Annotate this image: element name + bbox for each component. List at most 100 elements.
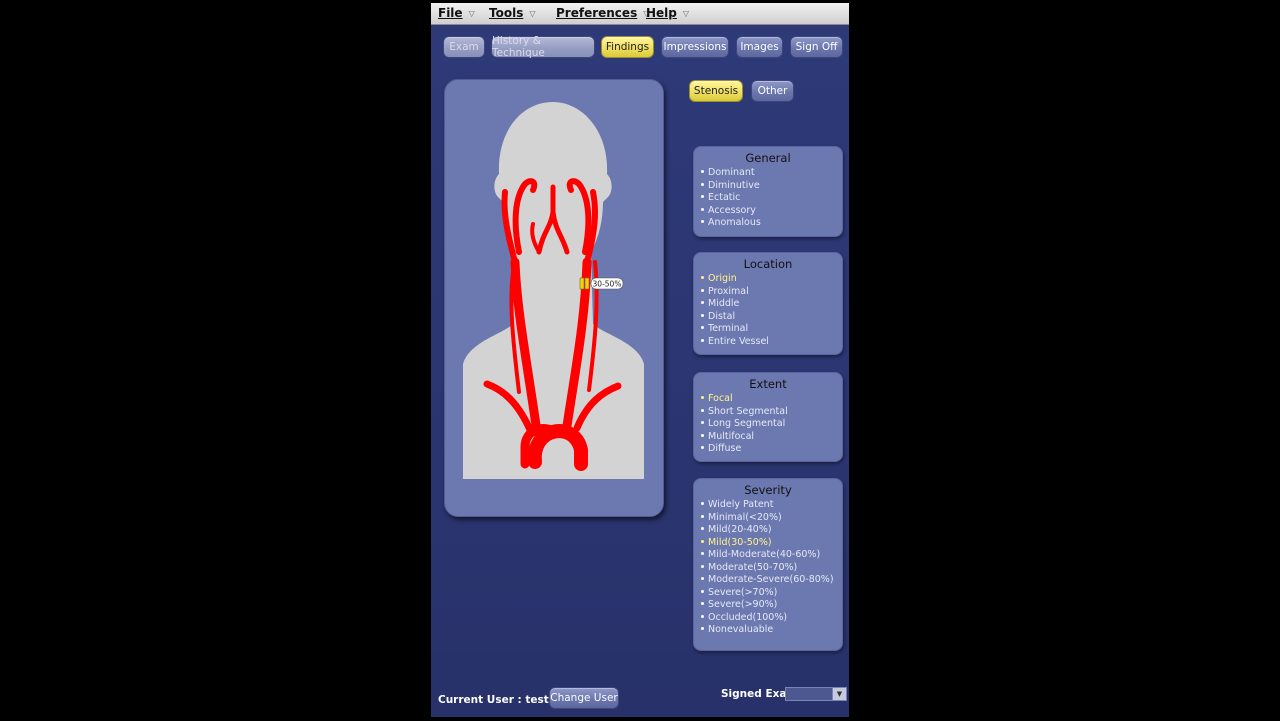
bullet-icon [701,207,704,211]
extent-option[interactable]: Long Segmental [694,418,842,431]
head-neck-silhouette [463,102,644,479]
location-option[interactable]: Distal [694,311,842,324]
general-option[interactable]: Ectatic [694,192,842,205]
bullet-icon [701,408,704,412]
general-option[interactable]: Dominant [694,167,842,180]
location-option-label: Distal [708,310,736,322]
bullet-icon [701,446,704,449]
extent-option-label: Multifocal [708,430,755,442]
bullet-icon [701,301,704,304]
signed-exams-select[interactable]: ▼ [785,687,847,701]
tab-exam[interactable]: Exam [443,36,485,58]
dropdown-arrow-icon[interactable]: ▼ [832,688,846,700]
extent-option[interactable]: Multifocal [694,431,842,444]
bullet-icon [701,276,704,279]
severity-option-label: Mild-Moderate(40-60%) [708,549,821,560]
location-group: Location Origin Proximal Middle Distal Termi… [693,252,843,355]
general-option-label: Ectatic [708,192,741,203]
severity-option-label: Nonevaluable [708,624,774,635]
general-option[interactable]: Anomalous [694,217,842,230]
severity-option[interactable]: Moderate(50-70%) [694,562,842,575]
radiology-reporting-window: File ▽ Tools ▽ Preferences ▽ Help ▽ Exam His… [431,3,849,717]
extent-option-label: Focal [708,393,733,404]
general-option[interactable]: Accessory [694,205,842,218]
severity-option[interactable]: Severe(>90%) [694,599,842,612]
severity-option[interactable]: Moderate-Severe(60-80%) [694,574,842,587]
location-group-title: Location [743,257,793,271]
chevron-down-icon: ▽ [682,9,690,18]
location-option-label: Origin [708,273,737,284]
bullet-icon [701,288,704,292]
location-option-label: Middle [708,298,740,309]
menu-file[interactable]: File ▽ [438,6,475,20]
bullet-icon [701,614,704,618]
vascular-diagram-panel: 30-50% [444,79,664,517]
tab-findings[interactable]: Findings [601,36,654,58]
menu-preferences[interactable]: Preferences ▽ [556,6,649,20]
location-option[interactable]: Entire Vessel [694,336,842,349]
severity-option-label: Minimal(<20%) [708,511,782,523]
stenosis-marker-label: 30-50% [593,280,622,289]
menu-bar: File ▽ Tools ▽ Preferences ▽ Help ▽ [431,3,849,25]
extent-option[interactable]: Diffuse [694,443,842,456]
location-option-label: Proximal [708,285,749,297]
tab-history-technique[interactable]: History & Technique [491,35,595,59]
extent-option[interactable]: Focal [694,393,842,406]
severity-option[interactable]: Occluded(100%) [694,612,842,625]
extent-option-label: Long Segmental [708,418,786,429]
stenosis-marker-bar [579,277,585,290]
severity-group: Severity Widely Patent Minimal(<20%) Mild(… [693,478,843,651]
location-option[interactable]: Terminal [694,323,842,336]
extent-group: Extent Focal Short Segmental Long Segmenta… [693,372,843,462]
bullet-icon [701,170,704,173]
severity-option-label: Moderate(50-70%) [708,561,798,573]
extent-option-label: Short Segmental [708,405,788,417]
menu-tools[interactable]: Tools ▽ [489,6,536,20]
location-option-label: Entire Vessel [708,335,769,347]
tab-impressions[interactable]: Impressions [661,36,729,58]
location-option[interactable]: Origin [694,273,842,286]
severity-option-label: Moderate-Severe(60-80%) [708,574,834,585]
severity-option[interactable]: Minimal(<20%) [694,512,842,525]
severity-option-label: Widely Patent [708,499,774,510]
location-option[interactable]: Proximal [694,286,842,299]
tab-images[interactable]: Images [736,36,783,58]
severity-option-label: Severe(>70%) [708,586,778,598]
chevron-down-icon: ▽ [468,9,475,18]
general-option-label: Accessory [708,204,756,216]
severity-option[interactable]: Widely Patent [694,499,842,512]
severity-option[interactable]: Nonevaluable [694,624,842,637]
severity-option[interactable]: Mild(30-50%) [694,537,842,550]
change-user-button[interactable]: Change User [549,687,619,709]
bullet-icon [701,514,704,518]
extent-group-title: Extent [749,377,787,391]
bullet-icon [701,313,704,317]
bullet-icon [701,195,704,198]
general-option-label: Anomalous [708,217,761,228]
severity-options: Widely Patent Minimal(<20%) Mild(20-40%) Mi… [694,499,842,637]
subtab-other[interactable]: Other [751,80,794,102]
severity-option[interactable]: Mild-Moderate(40-60%) [694,549,842,562]
extent-option[interactable]: Short Segmental [694,406,842,419]
general-option-label: Diminutive [708,179,760,191]
bullet-icon [701,220,704,223]
bullet-icon [701,396,704,399]
bullet-icon [701,602,704,605]
general-options: Dominant Diminutive Ectatic Accessory Anomal… [694,167,842,230]
location-option[interactable]: Middle [694,298,842,311]
severity-option-label: Severe(>90%) [708,599,778,610]
stenosis-marker[interactable]: 30-50% [579,277,624,290]
bullet-icon [701,627,704,630]
bullet-icon [701,552,704,555]
severity-option-label: Mild(20-40%) [708,524,772,535]
menu-help[interactable]: Help ▽ [646,6,689,20]
extent-options: Focal Short Segmental Long Segmental Multif… [694,393,842,456]
severity-option[interactable]: Severe(>70%) [694,587,842,600]
general-group: General Dominant Diminutive Ectatic Accesso… [693,146,843,237]
tab-sign-off[interactable]: Sign Off [790,36,843,58]
severity-option[interactable]: Mild(20-40%) [694,524,842,537]
bullet-icon [701,564,704,568]
general-option[interactable]: Diminutive [694,180,842,193]
head-neck-artery-diagram[interactable]: 30-50% [463,102,645,482]
subtab-stenosis[interactable]: Stenosis [689,80,743,102]
